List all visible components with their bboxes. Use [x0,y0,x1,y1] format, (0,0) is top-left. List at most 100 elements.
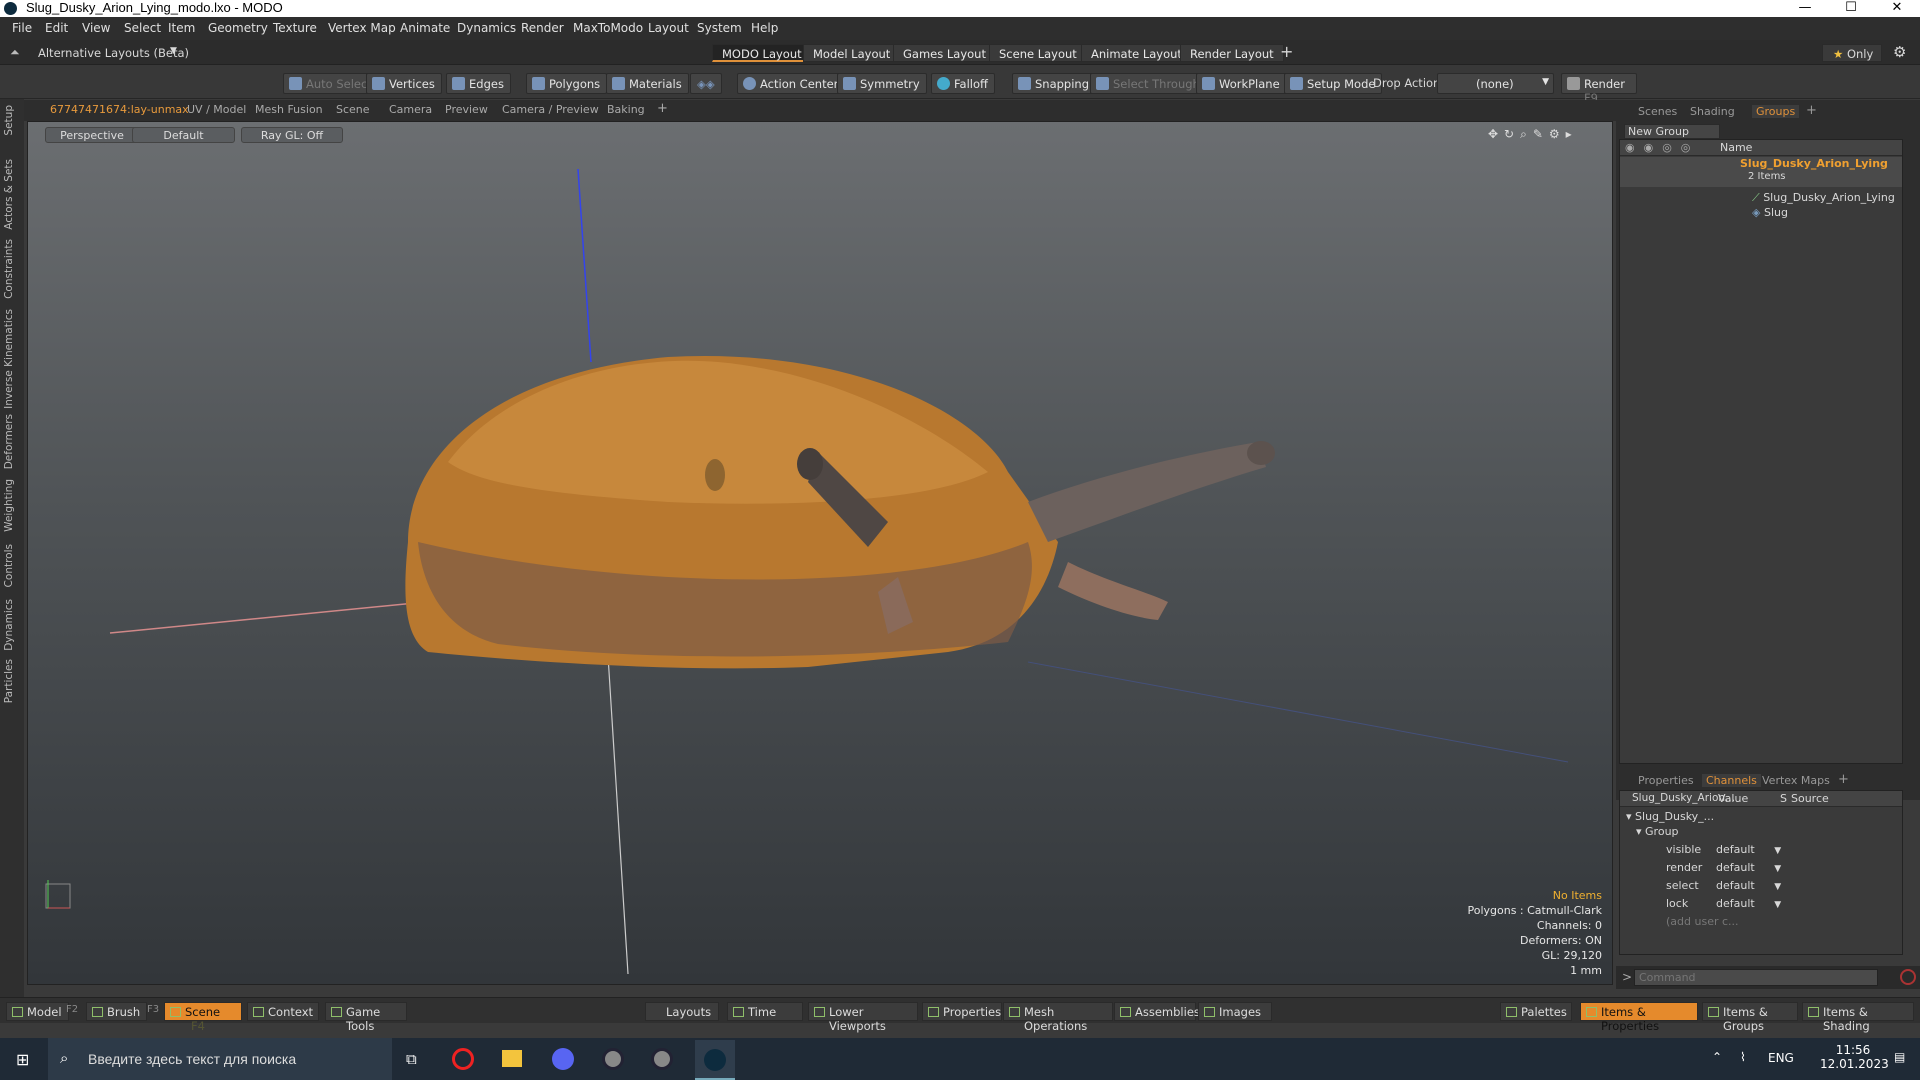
layouts-tab[interactable]: Layouts [645,1002,719,1021]
side-tab-dynamics[interactable]: Dynamics [3,599,15,651]
symmetry-button[interactable]: Symmetry [837,73,927,94]
opera-icon[interactable] [452,1048,474,1070]
lower-viewports-tab[interactable]: Lower Viewports [808,1002,918,1033]
menu-vertex-map[interactable]: Vertex Map [328,21,396,35]
menu-texture[interactable]: Texture [273,21,317,35]
clock[interactable]: 11:56 12.01.2023 [1820,1043,1889,1071]
name-column-header[interactable]: Name [1720,141,1752,154]
tab-modo-layout[interactable]: MODO Layout [712,44,812,62]
network-icon[interactable]: ⌇ [1740,1050,1746,1064]
tab-groups[interactable]: Groups [1752,105,1800,118]
app-icon[interactable] [602,1048,624,1070]
modo-taskbar-button[interactable] [695,1040,735,1080]
channel-value[interactable]: default ▼ [1716,897,1781,910]
tab-scene[interactable]: Scene [336,103,370,116]
side-tab-particles[interactable]: Particles [3,659,15,703]
time-tab[interactable]: Time [727,1002,803,1021]
add-user-channel[interactable]: (add user c... [1666,915,1739,928]
add-panel-tab[interactable]: + [1806,103,1817,118]
side-tab-weighting[interactable]: Weighting [3,479,15,532]
windows-start-icon[interactable]: ⊞ [16,1050,29,1069]
channel-value[interactable]: default ▼ [1716,861,1781,874]
command-input[interactable] [1634,969,1878,986]
menu-maxtomodo[interactable]: MaxToModo [573,21,643,35]
tab-baking[interactable]: Baking [607,103,645,116]
scene-tab[interactable]: Scene F4 [164,1002,242,1033]
items-shading-tab[interactable]: Items & Shading [1802,1002,1914,1033]
tab-preview[interactable]: Preview [445,103,488,116]
side-tab-setup[interactable]: Setup [3,105,15,136]
side-tab-constraints[interactable]: Constraints [3,239,15,299]
tab-scene-layout[interactable]: Scene Layout [989,44,1087,62]
list-item[interactable]: ⟋ Slug_Dusky_Arion_Lying [1752,191,1895,205]
tab-mesh-fusion[interactable]: Mesh Fusion [255,103,323,116]
menu-file[interactable]: File [12,21,32,35]
drop-action-select[interactable]: (none) ▼ [1437,73,1554,94]
edges-button[interactable]: Edges [446,73,511,94]
minimize-button[interactable]: — [1782,0,1828,17]
tab-lay-unmax[interactable]: 67747471674:lay-unmax [50,103,189,116]
side-tab-deformers[interactable]: Deformers [3,414,15,469]
tab-model-layout[interactable]: Model Layout [803,44,901,62]
menu-edit[interactable]: Edit [45,21,68,35]
discord-icon[interactable] [552,1048,574,1070]
model-tab[interactable]: Model [6,1002,69,1021]
brush-tab[interactable]: Brush [86,1002,148,1021]
taskbar-search[interactable]: ⌕ Введите здесь текст для поиска [48,1038,392,1080]
tab-games-layout[interactable]: Games Layout [893,44,996,62]
menu-select[interactable]: Select [124,21,161,35]
materials-button[interactable]: Materials [606,73,689,94]
language-indicator[interactable]: ENG [1768,1051,1794,1065]
menu-help[interactable]: Help [751,21,778,35]
gear-icon[interactable]: ⚙ [1893,43,1906,61]
source-column-header[interactable]: Source [1791,792,1829,805]
mesh-operations-tab[interactable]: Mesh Operations [1003,1002,1113,1033]
select-mode-icons[interactable]: ◈◈ [690,73,722,94]
tab-scenes[interactable]: Scenes [1638,105,1677,118]
tray-chevron-icon[interactable]: ⌃ [1712,1050,1722,1064]
menu-view[interactable]: View [82,21,110,35]
s-column-header[interactable]: S [1780,792,1787,805]
tab-shading[interactable]: Shading [1690,105,1735,118]
setup-mode-button[interactable]: Setup Mode [1284,73,1383,94]
tab-vertex-maps[interactable]: Vertex Maps [1762,774,1830,787]
auto-select-button[interactable]: Auto Select [283,73,379,94]
tab-uv-model[interactable]: UV / Model [187,103,246,116]
menu-item[interactable]: Item [168,21,195,35]
context-tab[interactable]: Context [247,1002,319,1021]
action-center-button[interactable]: Action Center [737,73,846,94]
menu-render[interactable]: Render [521,21,564,35]
menu-geometry[interactable]: Geometry [208,21,268,35]
items-properties-tab[interactable]: Items & Properties [1580,1002,1698,1033]
add-tab-button[interactable]: + [657,101,668,116]
tab-camera-preview[interactable]: Camera / Preview [502,103,599,116]
file-explorer-icon[interactable] [502,1050,522,1067]
value-column-header[interactable]: Value [1718,792,1748,805]
menu-layout[interactable]: Layout [648,21,689,35]
side-tab-inverse-kinematics[interactable]: Inverse Kinematics [3,309,15,409]
polygons-button[interactable]: Polygons [526,73,608,94]
assemblies-tab[interactable]: Assemblies [1114,1002,1200,1021]
palettes-tab[interactable]: Palettes [1500,1002,1572,1021]
game-tools-tab[interactable]: Game Tools [325,1002,407,1033]
only-toggle[interactable]: ★ Only [1822,44,1882,62]
channel-value[interactable]: default ▼ [1716,843,1781,856]
3d-viewport[interactable]: Perspective Default Ray GL: Off ✥↻⌕✎⚙▸ N… [27,121,1613,985]
slug-model[interactable] [405,355,1275,669]
app-icon[interactable] [651,1048,673,1070]
side-tab-controls[interactable]: Controls [3,544,15,587]
collapse-icon[interactable]: ⏶ [10,45,20,60]
tab-camera[interactable]: Camera [389,103,432,116]
tab-properties[interactable]: Properties [1638,774,1694,787]
channel-group-row[interactable]: ▾ Group [1636,825,1679,838]
side-tab-actors-sets[interactable]: Actors & Sets [3,159,15,230]
snapping-button[interactable]: Snapping [1012,73,1097,94]
list-item[interactable]: ◈ Slug [1752,206,1788,219]
maximize-button[interactable]: ☐ [1828,0,1874,17]
vertices-button[interactable]: Vertices [366,73,442,94]
channel-row[interactable]: visible [1666,843,1701,856]
channel-row[interactable]: render [1666,861,1702,874]
tab-render-layout[interactable]: Render Layout [1180,44,1284,62]
channel-row[interactable]: lock [1666,897,1688,910]
channel-item-row[interactable]: ▾ Slug_Dusky_... [1626,810,1714,823]
